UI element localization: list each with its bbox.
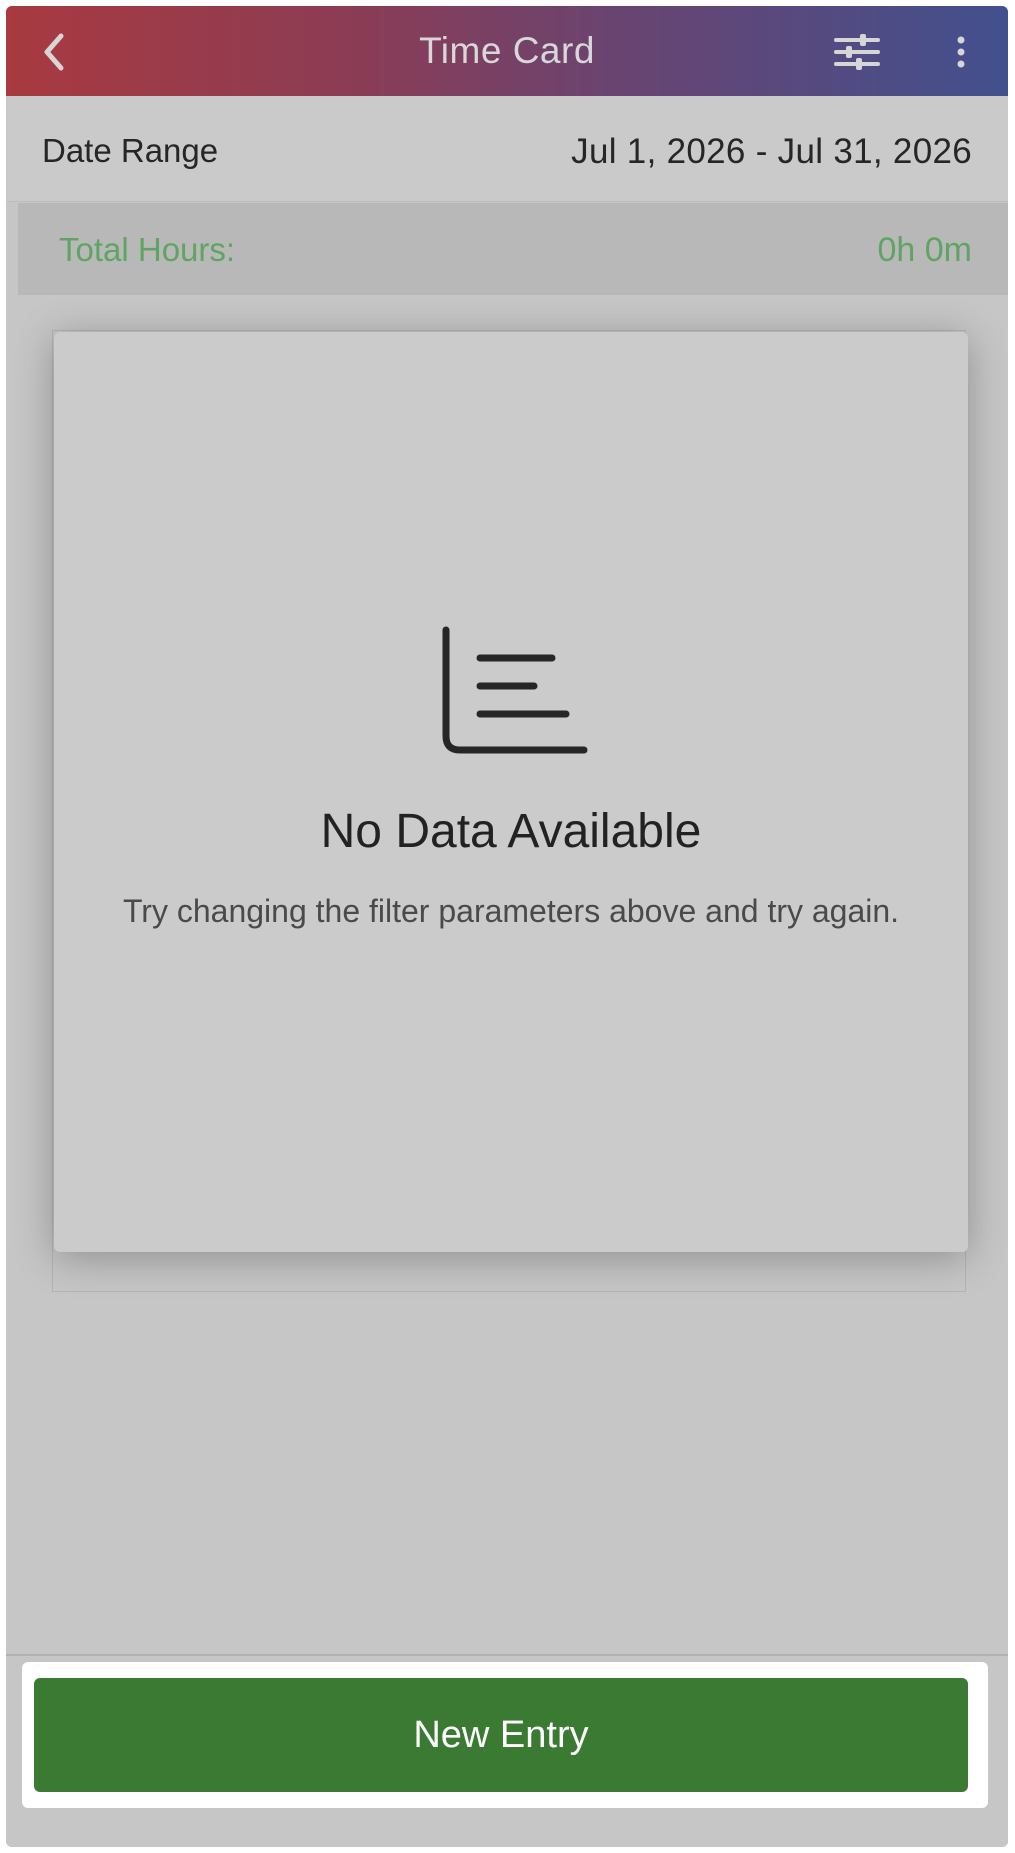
total-hours-value: 0h 0m: [877, 231, 973, 269]
date-range-value[interactable]: Jul 1, 2026 - Jul 31, 2026: [571, 132, 972, 172]
total-hours-row: Total Hours: 0h 0m: [18, 203, 1008, 295]
date-range-row[interactable]: Date Range Jul 1, 2026 - Jul 31, 2026: [6, 96, 1008, 202]
empty-state-subtitle: Try changing the filter parameters above…: [122, 893, 900, 929]
empty-state-title: No Data Available: [320, 805, 702, 858]
sliders-icon[interactable]: [832, 30, 882, 74]
empty-state-card: No Data Available Try changing the filte…: [54, 332, 968, 1252]
app-bar: Time Card: [6, 6, 1008, 96]
total-hours-label: Total Hours:: [59, 231, 236, 268]
app-screen: Time Card Date Range Jul 1, 2026 - Jul 3…: [6, 6, 1008, 1847]
new-entry-button[interactable]: New Entry: [34, 1678, 968, 1792]
bar-chart-icon: [438, 624, 590, 764]
more-vertical-icon[interactable]: [946, 30, 976, 74]
date-range-label: Date Range: [42, 132, 219, 169]
